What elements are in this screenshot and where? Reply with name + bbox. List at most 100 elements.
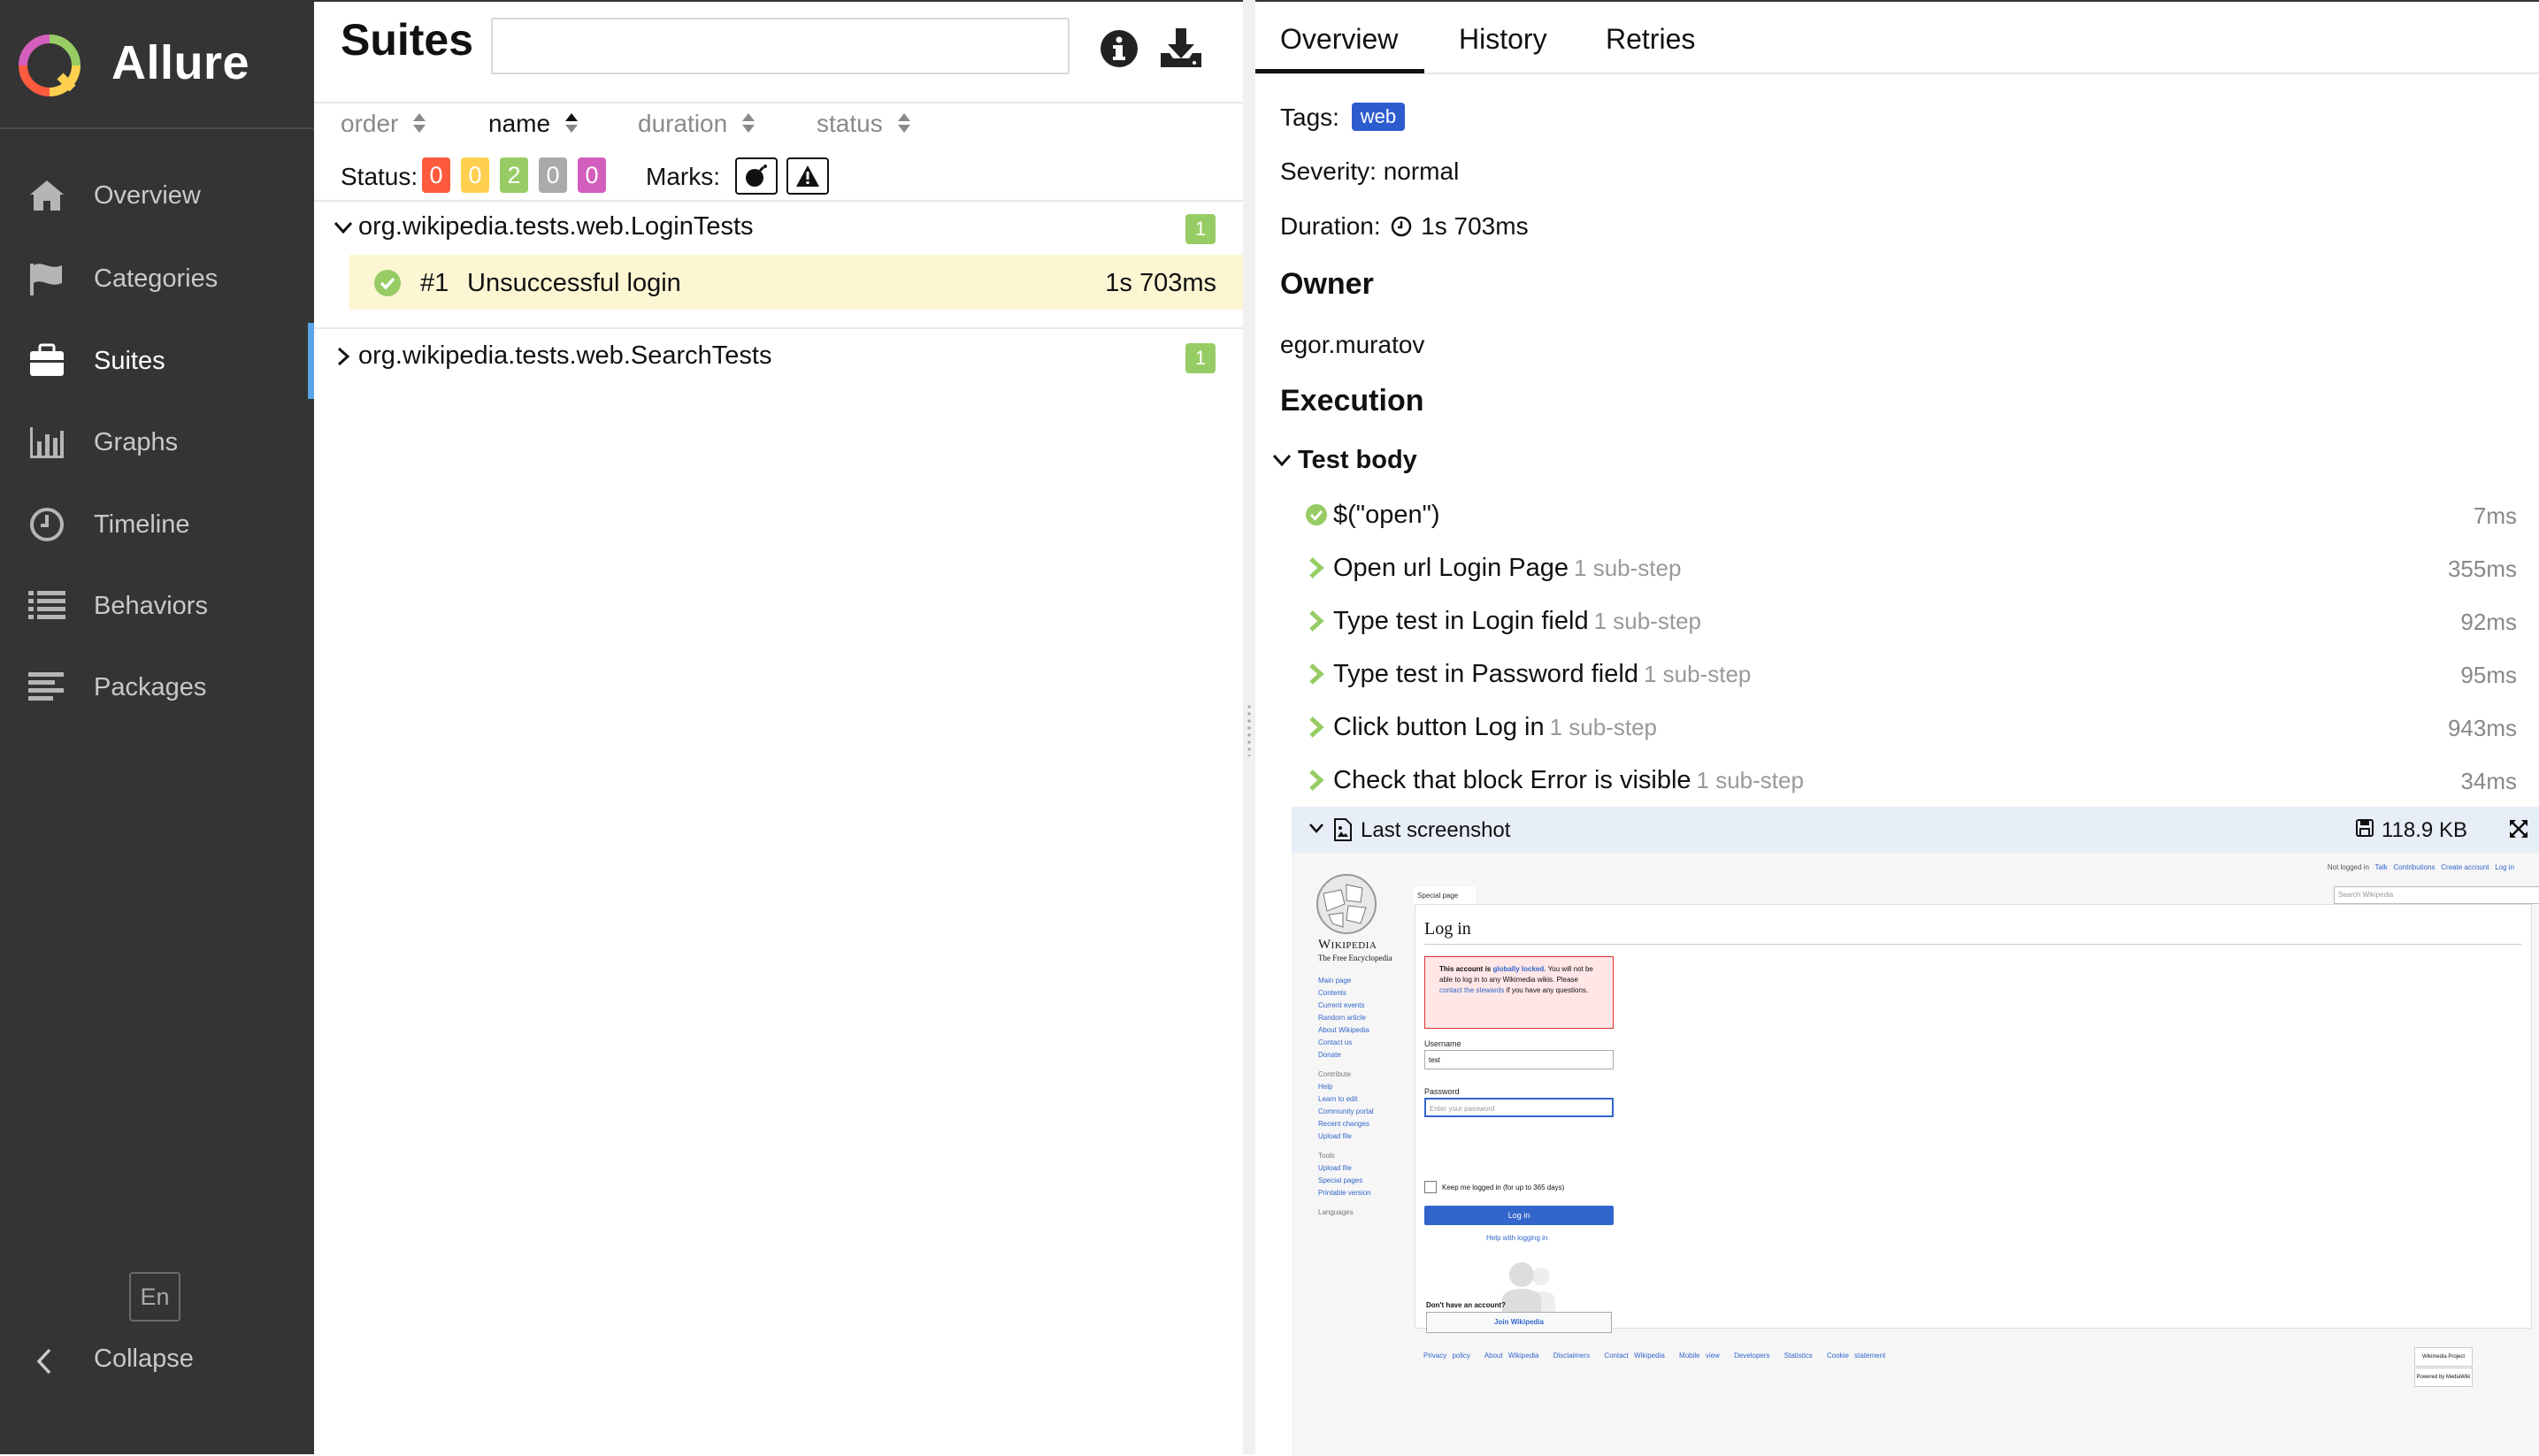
step-substeps: 1 sub-step [1696, 767, 1804, 793]
sort-label: order [341, 110, 399, 137]
sort-icon [413, 113, 426, 133]
suite-row-login-tests[interactable]: org.wikipedia.tests.web.LoginTests 1 [314, 200, 1243, 255]
status-passed-badge[interactable]: 2 [500, 157, 528, 193]
screenshot-preview[interactable]: Wikipedia The Free Encyclopedia Main pag… [1292, 853, 2539, 1456]
sidebar-item-behaviors[interactable]: Behaviors [0, 568, 314, 644]
sort-order[interactable]: order [341, 110, 428, 138]
sidebar-item-timeline[interactable]: Timeline [0, 487, 314, 563]
tab-overview[interactable]: Overview [1280, 23, 1398, 56]
mark-new-failed-button[interactable] [786, 157, 829, 195]
suites-pane: Suites order name duration status Status… [314, 0, 1243, 1454]
sidebar-item-graphs[interactable]: Graphs [0, 404, 314, 480]
status-failed-badge[interactable]: 0 [422, 157, 450, 193]
suite-row-search-tests[interactable]: org.wikipedia.tests.web.SearchTests 1 [314, 329, 1243, 384]
info-icon[interactable] [1099, 28, 1139, 69]
tag-badge[interactable]: web [1351, 103, 1406, 131]
step-duration: 95ms [2460, 662, 2517, 688]
wp-link: Current events [1318, 1001, 1365, 1009]
step-title: Type test in Password field [1333, 660, 1638, 688]
attachment-size: 118.9 KB [2382, 818, 2467, 842]
wp-divider [1424, 944, 2521, 945]
step-name: Check that block Error is visible 1 sub-s… [1333, 766, 1804, 795]
wp-link: Community portal [1318, 1107, 1374, 1115]
tab-retries[interactable]: Retries [1606, 23, 1695, 56]
sort-label: duration [638, 110, 728, 137]
step-title: $("open") [1333, 501, 1440, 529]
save-icon [2356, 819, 2374, 837]
sidebar-item-label: Behaviors [94, 591, 208, 620]
step-title: Type test in Login field [1333, 607, 1589, 635]
wp-no-account: Don't have an account? [1426, 1301, 1506, 1309]
expand-icon[interactable] [2508, 818, 2529, 839]
pane-splitter[interactable] [1243, 0, 1255, 1454]
wp-link: Recent changes [1318, 1120, 1369, 1128]
tab-history[interactable]: History [1459, 23, 1547, 56]
wp-link: About Wikipedia [1318, 1026, 1369, 1034]
sidebar-item-suites[interactable]: Suites [0, 323, 314, 399]
test-detail-pane: Overview History Retries Tags: web Sever… [1255, 0, 2539, 1456]
wp-footer-link: Statistics [1783, 1352, 1813, 1360]
status-unknown-badge[interactable]: 0 [578, 157, 606, 193]
sidebar-item-packages[interactable]: Packages [0, 649, 314, 725]
wp-footer-link: Cookie statement [1827, 1352, 1886, 1360]
test-duration: 1s 703ms [1105, 269, 1216, 297]
sort-name[interactable]: name [488, 110, 580, 138]
mark-flaky-button[interactable] [735, 157, 778, 195]
check-circle-icon [1306, 504, 1327, 525]
wp-username-field: test [1424, 1050, 1614, 1069]
step-row[interactable]: Click button Log in 1 sub-step 943ms [1305, 708, 2517, 752]
step-substeps: 1 sub-step [1643, 661, 1752, 687]
step-row[interactable]: Check that block Error is visible 1 sub-s… [1305, 761, 2517, 805]
test-row[interactable]: #1 Unsuccessful login 1s 703ms [349, 255, 1243, 310]
step-title: Open url Login Page [1333, 554, 1569, 582]
allure-logo-icon [19, 34, 81, 96]
attachment-row[interactable]: Last screenshot 118.9 KB [1292, 807, 2539, 853]
step-row[interactable]: $("open") 7ms [1305, 495, 2517, 540]
chevron-right-icon [1309, 770, 1324, 791]
step-title: Check that block Error is visible [1333, 766, 1691, 794]
sort-icon [742, 113, 756, 133]
clock-icon [1392, 216, 1412, 237]
step-row[interactable]: Type test in Password field 1 sub-step 95… [1305, 655, 2517, 699]
wp-link: Printable version [1318, 1189, 1371, 1197]
chevron-right-icon [1309, 663, 1324, 685]
step-title: Click button Log in [1333, 713, 1545, 741]
language-button[interactable]: En [129, 1272, 180, 1322]
sidebar-item-categories[interactable]: Categories [0, 241, 314, 317]
sidebar-item-label: Timeline [94, 510, 190, 539]
wp-link: Learn to edit [1318, 1095, 1358, 1103]
search-input[interactable] [491, 18, 1070, 74]
step-name: Type test in Login field 1 sub-step [1333, 607, 1701, 636]
marks-label: Marks: [646, 163, 720, 190]
sort-duration[interactable]: duration [638, 110, 757, 138]
status-skipped-badge[interactable]: 0 [539, 157, 567, 193]
wp-error-prefix: This account is [1439, 965, 1492, 973]
wp-password-field: Enter your password [1424, 1098, 1614, 1117]
active-tab-indicator [1255, 69, 1424, 73]
step-row[interactable]: Type test in Login field 1 sub-step 92ms [1305, 602, 2517, 646]
home-icon [30, 180, 64, 211]
sort-status[interactable]: status [817, 110, 913, 138]
wikipedia-tagline: The Free Encyclopedia [1318, 954, 1392, 962]
wp-link: Contributions [2393, 863, 2435, 871]
warning-icon [796, 165, 819, 187]
wp-help-link: Help with logging in [1486, 1234, 1548, 1242]
wp-link: Help [1318, 1083, 1333, 1091]
duration-value: 1s 703ms [1421, 212, 1529, 240]
sidebar-item-label: Categories [94, 264, 219, 293]
chevron-left-icon [36, 1348, 51, 1375]
download-icon[interactable] [1159, 27, 1203, 69]
sort-label: name [488, 110, 551, 137]
wikipedia-globe-icon [1316, 874, 1377, 934]
brand[interactable]: Allure [0, 0, 314, 129]
status-broken-badge[interactable]: 0 [461, 157, 489, 193]
wp-checkbox [1424, 1181, 1437, 1193]
test-name: Unsuccessful login [467, 269, 681, 297]
sidebar-item-overview[interactable]: Overview [0, 157, 314, 234]
collapse-button[interactable]: Collapse [0, 1325, 314, 1396]
wikipedia-screenshot: Wikipedia The Free Encyclopedia Main pag… [1302, 860, 2539, 1456]
step-row[interactable]: Open url Login Page 1 sub-step 355ms [1305, 548, 2517, 593]
chevron-down-icon [1272, 454, 1292, 467]
splitter-grip[interactable] [1246, 703, 1252, 756]
wp-link: Special pages [1318, 1176, 1363, 1184]
